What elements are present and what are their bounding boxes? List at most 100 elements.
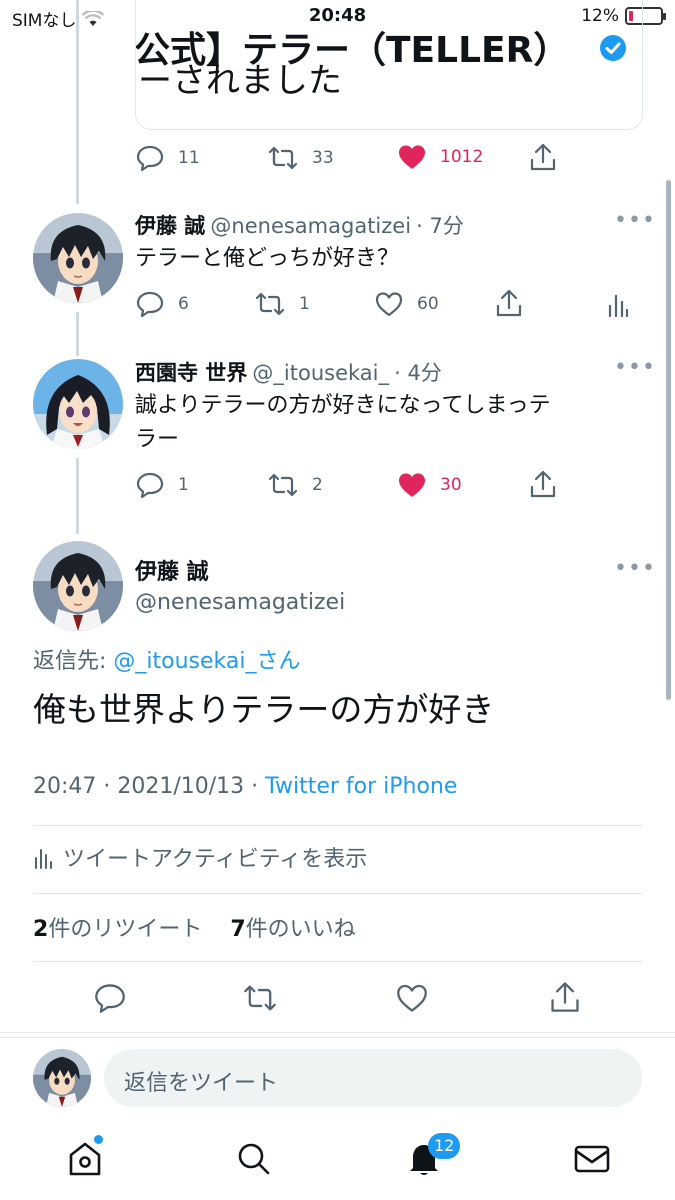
thread-line xyxy=(76,458,79,534)
retweet-button[interactable] xyxy=(243,982,277,1014)
avatar-makoto xyxy=(33,541,123,631)
author-name[interactable]: 伊藤 誠 xyxy=(135,214,205,238)
like-button[interactable]: 60 xyxy=(375,291,439,317)
reply-to-line: 返信先: @_itousekai_さん xyxy=(33,643,301,675)
divider xyxy=(33,961,642,962)
heart-filled-icon xyxy=(399,473,425,497)
retweet-icon xyxy=(268,473,298,497)
analytics-icon xyxy=(608,294,629,318)
notifications-badge: 12 xyxy=(428,1133,461,1159)
reply-icon xyxy=(136,145,164,172)
retweet-icon xyxy=(244,985,276,1011)
reply-button[interactable]: 1 xyxy=(136,471,189,499)
avatar[interactable] xyxy=(33,1049,91,1107)
reply-button[interactable] xyxy=(94,982,126,1014)
analytics-button[interactable] xyxy=(607,292,629,318)
reply-to-prefix: 返信先: xyxy=(33,649,114,674)
heart-icon xyxy=(397,984,427,1012)
more-options-icon[interactable]: ••• xyxy=(614,208,656,233)
tweet-time: · 7分 xyxy=(416,214,464,238)
tweet-activity-link[interactable]: ツイートアクティビティを表示 xyxy=(33,841,367,873)
tweet-source-link[interactable]: Twitter for iPhone xyxy=(265,774,457,799)
like-total-label: 件のいいね xyxy=(245,917,356,942)
home-notification-dot xyxy=(94,1135,103,1144)
reply-count: 1 xyxy=(178,475,189,495)
more-options-icon[interactable]: ••• xyxy=(614,355,656,380)
tweet-timestamp: 20:47 · 2021/10/13 · Twitter for iPhone xyxy=(33,774,457,799)
author-name[interactable]: 西園寺 世界 xyxy=(135,361,247,385)
reply-to-link[interactable]: @_itousekai_さん xyxy=(113,649,300,674)
avatar-sekai xyxy=(33,359,123,449)
like-total: 7 xyxy=(230,917,246,942)
like-count: 30 xyxy=(440,475,462,495)
retweet-total: 2 xyxy=(33,917,49,942)
quoted-tweet-line2: ーされました xyxy=(138,61,342,101)
share-icon xyxy=(551,982,579,1012)
retweet-button[interactable]: 2 xyxy=(268,471,323,499)
avatar[interactable] xyxy=(33,359,123,449)
search-icon[interactable] xyxy=(235,1140,273,1178)
like-button[interactable] xyxy=(396,983,428,1013)
thread-line xyxy=(76,312,79,356)
engagement-counts: 2件のリツイート 7件のいいね xyxy=(33,911,356,943)
reply-count: 11 xyxy=(178,148,200,168)
share-icon xyxy=(530,470,556,498)
heart-filled-icon xyxy=(399,145,425,169)
retweet-button[interactable]: 33 xyxy=(268,144,334,172)
divider xyxy=(33,825,642,826)
tweet-text-line1: 誠よりテラーの方が好きになってしまっテ xyxy=(135,393,551,418)
retweet-count: 2 xyxy=(312,475,323,495)
scrollbar[interactable] xyxy=(666,180,671,700)
tweet-text-line2: ラー xyxy=(135,427,180,452)
retweets-count-link[interactable]: 2件のリツイート xyxy=(33,917,202,942)
more-options-icon[interactable]: ••• xyxy=(614,556,656,581)
divider xyxy=(33,893,642,894)
reply2-header: 西園寺 世界 @_itousekai_ · 4分 xyxy=(135,357,442,387)
like-count: 1012 xyxy=(440,147,484,167)
retweet-button[interactable]: 1 xyxy=(255,290,310,318)
share-button[interactable] xyxy=(529,469,557,499)
tweet-activity-label: ツイートアクティビティを表示 xyxy=(63,847,368,872)
timestamp-text: 20:47 · 2021/10/13 · xyxy=(33,774,266,799)
heart-icon xyxy=(375,292,403,317)
share-icon xyxy=(496,289,522,317)
avatar[interactable] xyxy=(33,541,123,631)
retweet-count: 1 xyxy=(299,294,310,314)
home-icon[interactable] xyxy=(66,1140,104,1178)
share-button[interactable] xyxy=(495,288,523,318)
avatar-makoto xyxy=(33,1049,91,1107)
share-button[interactable] xyxy=(529,142,557,172)
reply1-header: 伊藤 誠 @nenesamagatizei · 7分 xyxy=(135,210,464,240)
reply-input[interactable]: 返信をツイート xyxy=(104,1049,642,1107)
like-button[interactable]: 30 xyxy=(398,472,462,498)
avatar-makoto xyxy=(33,213,123,303)
retweet-total-label: 件のリツイート xyxy=(48,917,203,942)
analytics-icon xyxy=(35,849,52,869)
like-count: 60 xyxy=(417,294,439,314)
verified-badge-icon xyxy=(600,35,626,61)
reply-count: 6 xyxy=(178,294,189,314)
reply-icon xyxy=(136,472,164,499)
tweet-time: · 4分 xyxy=(394,361,442,385)
reply-button[interactable]: 11 xyxy=(136,144,200,172)
avatar[interactable] xyxy=(33,213,123,303)
divider xyxy=(0,1032,675,1033)
share-icon xyxy=(530,143,556,171)
main-tweet-text: 俺も世界よりテラーの方が好き xyxy=(33,690,495,729)
share-button[interactable] xyxy=(549,980,581,1014)
thread-line xyxy=(76,0,79,204)
likes-count-link[interactable]: 7件のいいね xyxy=(230,917,355,942)
messages-mail-icon[interactable] xyxy=(573,1143,611,1175)
author-handle[interactable]: @nenesamagatizei xyxy=(135,590,345,615)
retweet-icon xyxy=(268,146,298,170)
like-button[interactable]: 1012 xyxy=(398,144,483,170)
author-handle[interactable]: @_itousekai_ xyxy=(252,361,389,385)
reply-icon xyxy=(95,984,125,1013)
retweet-icon xyxy=(255,292,285,316)
quoted-tweet-card[interactable]: 公式】テラー（TELLER） ーされました xyxy=(135,0,643,130)
author-handle[interactable]: @nenesamagatizei xyxy=(210,214,411,238)
tweet-text: テラーと俺どっちが好き？ xyxy=(135,246,400,271)
retweet-count: 33 xyxy=(312,148,334,168)
reply-button[interactable]: 6 xyxy=(136,290,189,318)
author-name[interactable]: 伊藤 誠 xyxy=(135,554,209,586)
